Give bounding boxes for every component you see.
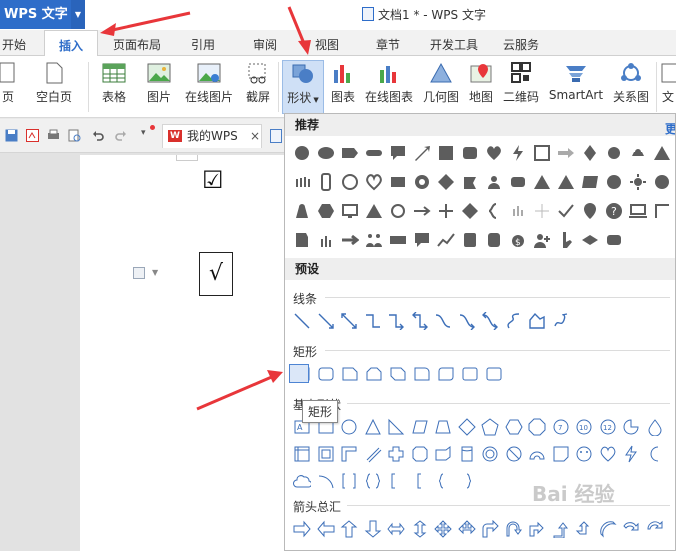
watermark: Bai 经验 — [532, 482, 615, 506]
annotation-arrows — [100, 6, 311, 411]
red-arrow-to-rectangle-icon — [196, 370, 283, 411]
red-arrow-to-insert-tab-icon — [100, 11, 191, 36]
red-arrow-to-shapes-button-icon — [287, 6, 311, 55]
